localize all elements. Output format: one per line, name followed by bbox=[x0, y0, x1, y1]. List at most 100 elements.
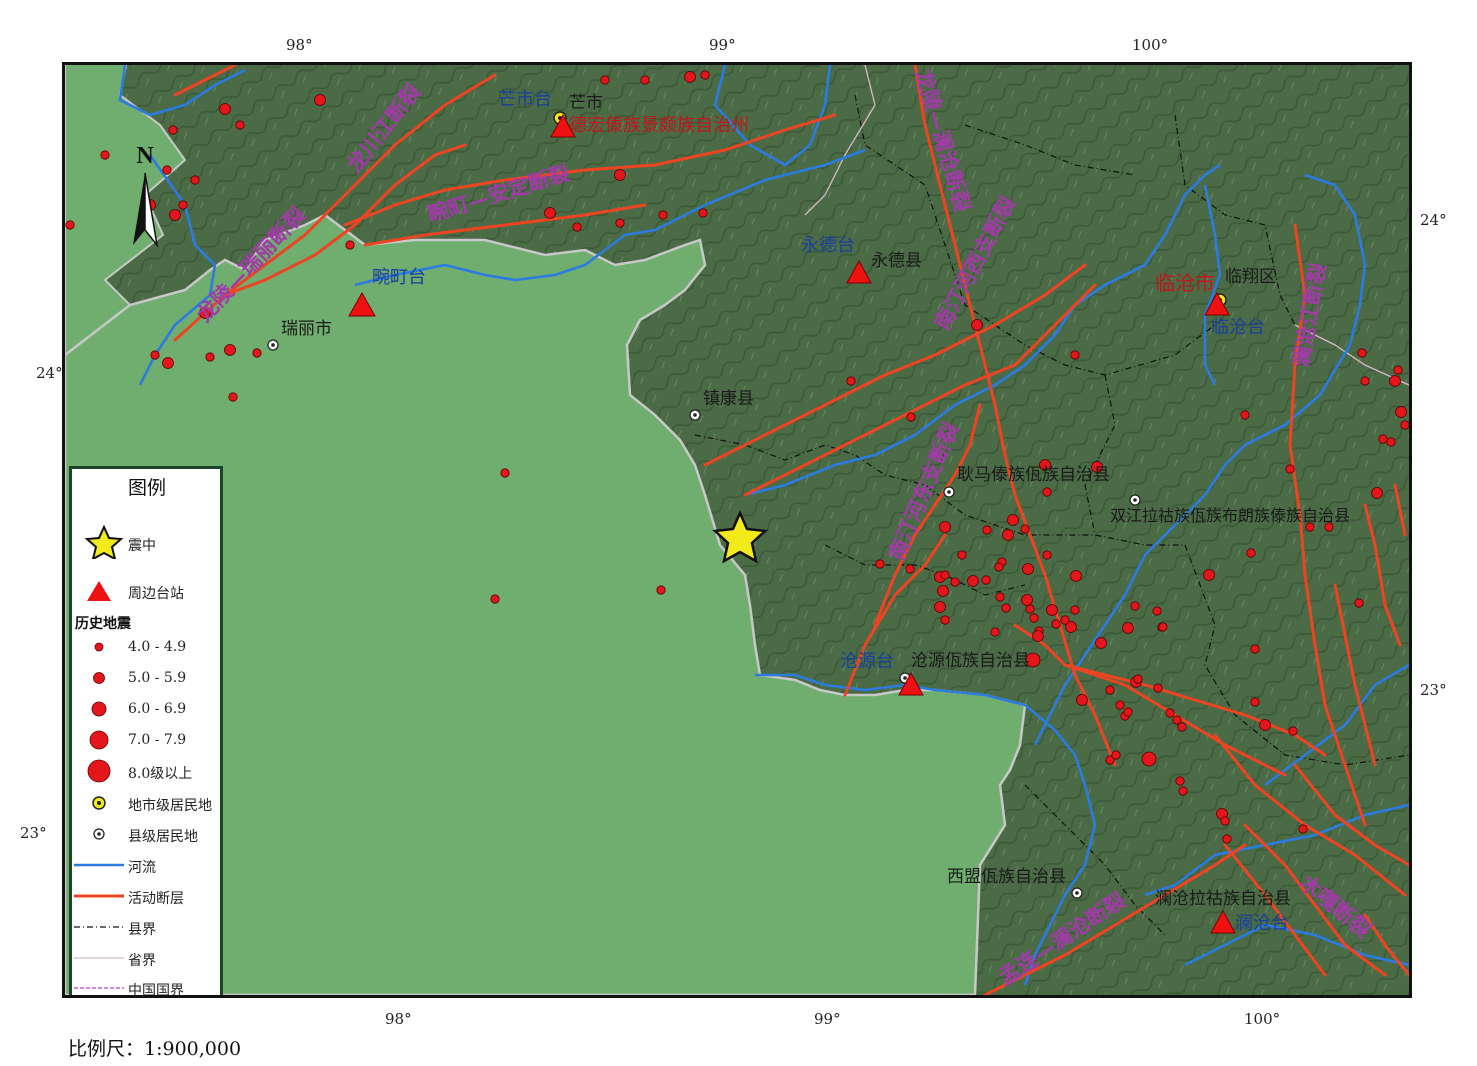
earthquake-marker bbox=[1025, 604, 1035, 614]
earthquake-marker bbox=[219, 103, 231, 115]
earthquake-marker bbox=[967, 575, 979, 587]
legend-station-icon bbox=[87, 581, 111, 601]
station-label-lancang: 澜沧台 bbox=[1235, 913, 1289, 934]
legend-mag4-icon bbox=[94, 642, 104, 652]
station-label-wanding: 畹町台 bbox=[372, 267, 426, 288]
earthquake-marker bbox=[937, 585, 949, 597]
earthquake-marker bbox=[169, 209, 181, 221]
legend-row-county-border: 县界 bbox=[72, 915, 222, 939]
earthquake-marker bbox=[875, 559, 885, 569]
county-settlement-ximeng bbox=[1071, 887, 1083, 899]
earthquake-marker bbox=[1386, 437, 1396, 447]
earthquake-marker bbox=[1115, 700, 1125, 710]
earthquake-marker bbox=[178, 200, 188, 210]
legend-national-border-icon bbox=[74, 987, 124, 989]
legend-row-county: 县级居民地 bbox=[72, 822, 222, 846]
legend-county-label: 县级居民地 bbox=[128, 829, 198, 845]
legend-province-border-icon bbox=[74, 957, 124, 959]
place-label-linxiang: 临翔区 bbox=[1225, 267, 1276, 287]
earthquake-marker bbox=[572, 222, 582, 232]
map-frame[interactable]: N 芒市台 永德台 畹町台 临沧台 沧源台 澜沧台 芒市 德宏傣族景颇族自治州 … bbox=[62, 62, 1412, 998]
legend-row-city: 地市级居民地 bbox=[72, 791, 222, 815]
legend-row-mag-7: 7.0 - 7.9 bbox=[72, 728, 222, 752]
legend-mag7-label: 7.0 - 7.9 bbox=[128, 732, 187, 748]
earthquake-marker bbox=[1022, 563, 1034, 575]
earthquake-marker bbox=[1203, 569, 1215, 581]
station-label-yongde: 永德台 bbox=[801, 235, 855, 256]
earthquake-marker bbox=[1046, 604, 1058, 616]
place-label-shuangjiang: 双江拉祜族佤族布朗族傣族自治县 bbox=[1110, 506, 1351, 525]
legend-mag6-label: 6.0 - 6.9 bbox=[128, 701, 187, 717]
earthquake-marker bbox=[500, 468, 510, 478]
legend-row-river: 河流 bbox=[72, 853, 222, 877]
right-tick-23: 23° bbox=[1420, 681, 1447, 699]
place-label-lincang-city: 临沧市 bbox=[1155, 271, 1215, 295]
earthquake-marker bbox=[1177, 722, 1187, 732]
earthquake-marker bbox=[1298, 824, 1308, 834]
bottom-tick-98: 98° bbox=[385, 1010, 412, 1028]
earthquake-marker bbox=[1378, 434, 1388, 444]
legend-county-icon bbox=[93, 828, 105, 840]
earthquake-marker bbox=[65, 220, 75, 230]
top-tick-99: 99° bbox=[709, 36, 736, 54]
earthquake-marker bbox=[846, 376, 856, 386]
legend-row-national-border: 中国国界 bbox=[72, 976, 222, 995]
legend-mag8-label: 8.0级以上 bbox=[128, 766, 193, 782]
legend-row-province-border: 省界 bbox=[72, 946, 222, 970]
legend-city-label: 地市级居民地 bbox=[128, 798, 212, 814]
earthquake-marker bbox=[1133, 674, 1143, 684]
place-label-lancang: 澜沧拉祜族自治县 bbox=[1155, 889, 1291, 909]
earthquake-marker bbox=[1250, 644, 1260, 654]
earthquake-marker bbox=[1060, 615, 1070, 625]
earthquake-marker bbox=[490, 594, 500, 604]
earthquake-marker bbox=[640, 75, 650, 85]
legend-row-mag-5: 5.0 - 5.9 bbox=[72, 666, 222, 690]
legend-row-mag-8: 8.0级以上 bbox=[72, 759, 222, 783]
right-tick-24: 24° bbox=[1420, 211, 1447, 229]
legend-epicenter-icon bbox=[84, 525, 124, 559]
earthquake-marker bbox=[1070, 350, 1080, 360]
legend-city-icon bbox=[92, 796, 106, 810]
earthquake-marker bbox=[1070, 605, 1080, 615]
earthquake-marker bbox=[995, 592, 1005, 602]
earthquake-marker bbox=[1002, 529, 1014, 541]
map-canvas[interactable]: N bbox=[65, 65, 1409, 995]
legend-county-border-icon bbox=[74, 926, 124, 928]
place-label-zhenkang: 镇康县 bbox=[703, 389, 754, 409]
earthquake-marker bbox=[981, 575, 991, 585]
top-tick-100: 100° bbox=[1132, 36, 1169, 54]
earthquake-marker bbox=[150, 350, 160, 360]
earthquake-marker bbox=[162, 165, 172, 175]
earthquake-marker bbox=[1250, 697, 1260, 707]
earthquake-marker bbox=[314, 94, 326, 106]
legend-title: 图例 bbox=[127, 477, 166, 499]
earthquake-marker bbox=[1285, 464, 1295, 474]
legend-station-label: 周边台站 bbox=[128, 586, 184, 602]
legend-panel: 图例 震中 周边台站 历史地震 4.0 - 4.9 5.0 - 5.9 6.0 … bbox=[69, 466, 223, 995]
earthquake-marker bbox=[228, 392, 238, 402]
earthquake-marker bbox=[1222, 834, 1232, 844]
earthquake-marker bbox=[658, 210, 668, 220]
earthquake-marker bbox=[1021, 594, 1033, 606]
earthquake-marker bbox=[1360, 376, 1370, 386]
legend-river-icon bbox=[74, 863, 124, 867]
earthquake-marker bbox=[1130, 601, 1140, 611]
earthquake-marker bbox=[1354, 598, 1364, 608]
earthquake-marker bbox=[940, 570, 950, 580]
earthquake-marker bbox=[544, 207, 556, 219]
earthquake-marker bbox=[906, 412, 916, 422]
earthquake-marker bbox=[1152, 606, 1162, 616]
county-settlement-ruili bbox=[267, 339, 279, 351]
earthquake-marker bbox=[971, 319, 983, 331]
station-label-mangshi: 芒市台 bbox=[498, 89, 552, 110]
earthquake-marker bbox=[982, 525, 992, 535]
earthquake-marker bbox=[1389, 375, 1401, 387]
earthquake-marker bbox=[1158, 622, 1168, 632]
earthquake-marker bbox=[1371, 487, 1383, 499]
legend-fault-icon bbox=[74, 894, 124, 898]
legend-mag4-label: 4.0 - 4.9 bbox=[128, 639, 187, 655]
earthquake-marker bbox=[1123, 707, 1133, 717]
earthquake-marker bbox=[100, 150, 110, 160]
earthquake-marker bbox=[1029, 613, 1039, 623]
earthquake-marker bbox=[614, 169, 626, 181]
